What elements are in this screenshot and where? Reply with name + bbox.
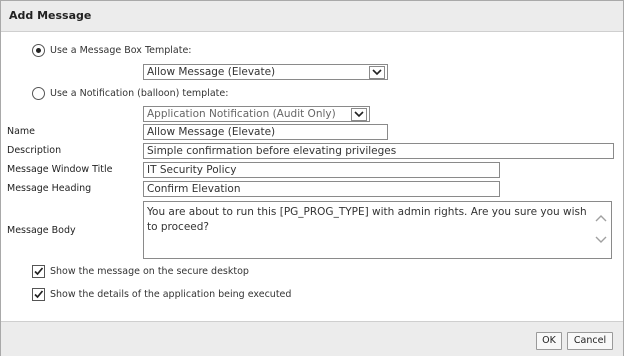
scroll-up-icon[interactable] (595, 214, 607, 224)
chevron-down-icon[interactable] (369, 66, 385, 79)
scroll-down-icon[interactable] (595, 236, 607, 246)
chevron-down-icon[interactable] (351, 108, 367, 121)
description-label: Description (7, 145, 62, 156)
window-title-label: Message Window Title (7, 164, 113, 175)
show-details-label: Show the details of the application bein… (50, 289, 292, 300)
heading-label: Message Heading (7, 183, 92, 194)
secure-desktop-checkbox[interactable] (32, 265, 45, 278)
name-field[interactable]: Allow Message (Elevate) (143, 124, 388, 140)
notification-template-label: Use a Notification (balloon) template: (50, 88, 229, 99)
cancel-button[interactable]: Cancel (567, 332, 613, 350)
notification-template-value: Application Notification (Audit Only) (147, 108, 336, 120)
message-box-template-radio[interactable] (32, 44, 45, 57)
show-details-checkbox[interactable] (32, 288, 45, 301)
message-body-text: You are about to run this [PG_PROG_TYPE]… (147, 206, 587, 233)
dialog-titlebar: Add Message (1, 1, 623, 32)
message-box-template-value: Allow Message (Elevate) (147, 66, 276, 78)
secure-desktop-label: Show the message on the secure desktop (50, 266, 249, 277)
name-label: Name (7, 126, 36, 137)
notification-template-select[interactable]: Application Notification (Audit Only) (143, 106, 370, 122)
heading-field[interactable]: Confirm Elevation (143, 181, 500, 197)
message-box-template-select[interactable]: Allow Message (Elevate) (143, 64, 388, 80)
window-title-field[interactable]: IT Security Policy (143, 162, 500, 178)
notification-template-radio[interactable] (32, 87, 45, 100)
message-box-template-label: Use a Message Box Template: (50, 45, 192, 56)
description-field[interactable]: Simple confirmation before elevating pri… (143, 143, 614, 159)
body-label: Message Body (7, 225, 76, 236)
dialog-title: Add Message (9, 9, 92, 22)
add-message-dialog: Add Message Use a Message Box Template: … (0, 0, 624, 356)
dialog-footer: OK Cancel (1, 321, 623, 356)
message-body-textarea[interactable]: You are about to run this [PG_PROG_TYPE]… (143, 201, 612, 259)
ok-button[interactable]: OK (536, 332, 562, 350)
